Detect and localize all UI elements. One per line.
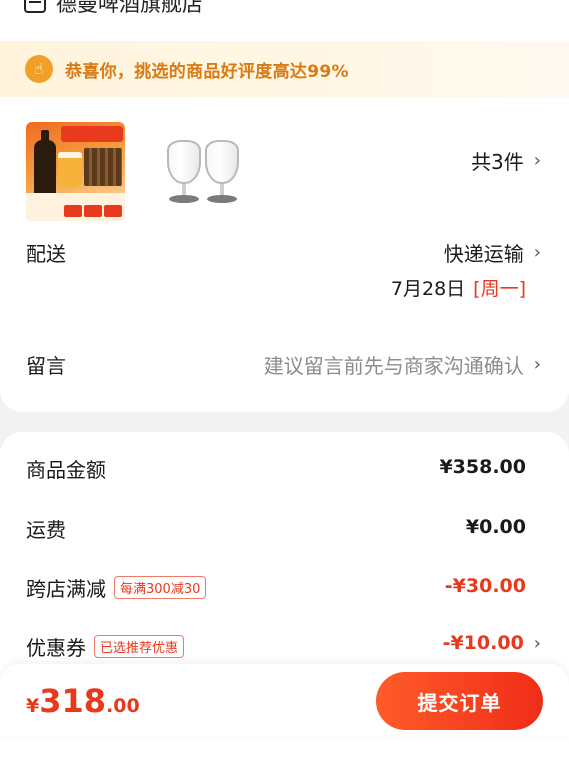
cross-store-text: 跨店满减 bbox=[26, 577, 106, 601]
total-integer: 318 bbox=[39, 682, 107, 720]
goods-amount-label: 商品金额 bbox=[26, 458, 106, 482]
delivery-date: 7月28日 [周一] bbox=[391, 274, 526, 301]
coupon-value: -¥10.00 bbox=[442, 632, 524, 654]
currency-symbol: ¥ bbox=[26, 695, 40, 717]
coupon-badge: 已选推荐优惠 bbox=[94, 635, 185, 658]
coupon-selector[interactable]: -¥10.00 › bbox=[443, 632, 541, 654]
message-placeholder: 建议留言前先与商家沟通确认 bbox=[263, 354, 524, 378]
total-price: ¥318.00 bbox=[26, 682, 140, 720]
cross-store-discount-label: 跨店满减 每满300减30 bbox=[26, 573, 207, 602]
store-icon bbox=[24, 0, 46, 13]
glass-base-graphic bbox=[169, 195, 199, 203]
chevron-right-icon: › bbox=[533, 242, 541, 263]
product-banner bbox=[61, 126, 123, 142]
goods-amount-value: ¥358.00 bbox=[439, 456, 526, 478]
delivery-weekday: [周一] bbox=[473, 278, 526, 300]
rating-notice: ☝ 恭喜你，挑选的商品好评度高达99% bbox=[0, 41, 569, 97]
shipping-value: ¥0.00 bbox=[465, 516, 526, 538]
item-count-label: 共3件 bbox=[471, 150, 524, 174]
promo-tag bbox=[104, 205, 122, 217]
store-name: 德曼啤酒旗舰店 bbox=[56, 0, 203, 16]
glass-graphic bbox=[167, 140, 201, 196]
chevron-right-icon: › bbox=[533, 354, 541, 375]
message-field[interactable]: 建议留言前先与商家沟通确认 › bbox=[264, 350, 541, 379]
glass-graphic bbox=[205, 140, 239, 196]
beer-gift-box-image[interactable] bbox=[26, 122, 125, 221]
store-header[interactable]: 德曼啤酒旗舰店 bbox=[24, 0, 203, 18]
item-count[interactable]: 共3件 › bbox=[471, 146, 541, 175]
order-card: 德曼啤酒旗舰店 ☝ 恭喜你，挑选的商品好评度高达99% 共3件 › 配送 快递运… bbox=[0, 0, 569, 412]
beer-crates-graphic bbox=[84, 148, 122, 186]
checkout-bar: ¥318.00 提交订单 bbox=[0, 664, 569, 736]
delivery-date-text: 7月28日 bbox=[390, 278, 466, 300]
whisky-glasses-image[interactable] bbox=[145, 122, 244, 221]
total-decimal: .00 bbox=[106, 695, 140, 717]
message-label: 留言 bbox=[26, 354, 66, 378]
glass-base-graphic bbox=[207, 195, 237, 203]
coupon-text: 优惠券 bbox=[26, 636, 86, 660]
promo-tag bbox=[84, 205, 102, 217]
coupon-label: 优惠券 已选推荐优惠 bbox=[26, 632, 185, 661]
chevron-right-icon: › bbox=[533, 150, 541, 171]
thumbs-up-icon: ☝ bbox=[25, 55, 53, 83]
submit-order-button[interactable]: 提交订单 bbox=[376, 672, 543, 730]
delivery-label: 配送 bbox=[26, 242, 66, 266]
delivery-method[interactable]: 快递运输 › bbox=[444, 238, 541, 267]
beer-glass-graphic bbox=[58, 152, 82, 188]
shipping-label: 运费 bbox=[26, 518, 66, 542]
cross-store-badge: 每满300减30 bbox=[114, 576, 207, 599]
delivery-method-text: 快递运输 bbox=[443, 242, 524, 266]
chevron-right-icon: › bbox=[533, 632, 541, 654]
product-thumbnails[interactable] bbox=[26, 122, 244, 221]
cross-store-discount-value: -¥30.00 bbox=[444, 575, 526, 597]
promo-tag bbox=[64, 205, 82, 217]
notice-text: 恭喜你，挑选的商品好评度高达99% bbox=[65, 61, 349, 82]
